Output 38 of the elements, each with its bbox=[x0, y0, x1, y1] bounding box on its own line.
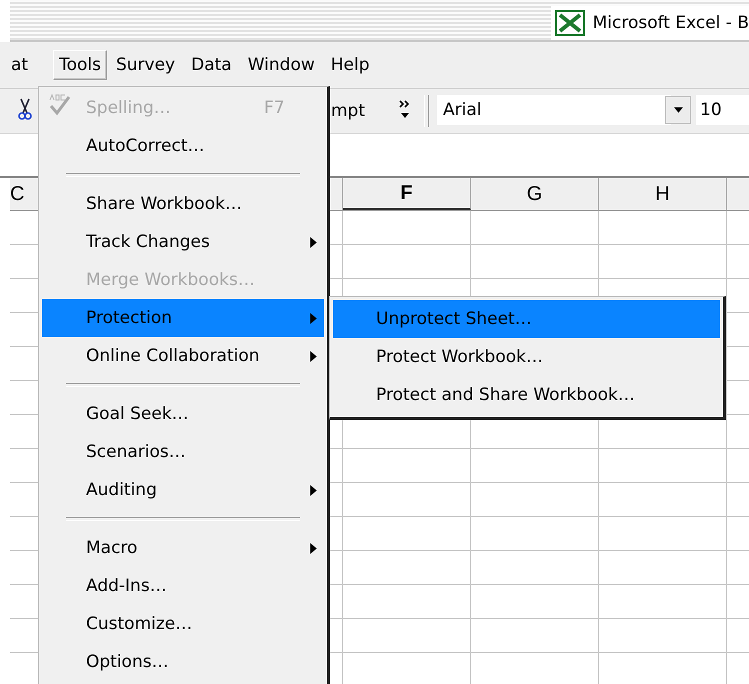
menu-item[interactable]: Protection bbox=[42, 299, 324, 337]
menu-item[interactable]: Add-Ins… bbox=[42, 567, 324, 605]
submenu-arrow-icon bbox=[310, 542, 317, 554]
menu-item[interactable]: Macro bbox=[42, 529, 324, 567]
menu-bar-item[interactable]: Data bbox=[184, 50, 239, 80]
menu-item[interactable]: Goal Seek… bbox=[42, 395, 324, 433]
menu-item[interactable]: Online Collaboration bbox=[42, 337, 324, 375]
menu-item[interactable]: Unprotect Sheet… bbox=[333, 300, 720, 338]
dropdown-button[interactable] bbox=[665, 96, 691, 124]
submenu-arrow-icon bbox=[310, 350, 317, 362]
menu-item[interactable]: Protect Workbook… bbox=[333, 338, 720, 376]
column-header[interactable]: H bbox=[599, 178, 727, 210]
menu-item[interactable]: Scenarios… bbox=[42, 433, 324, 471]
window-title: Microsoft Excel - B bbox=[592, 13, 749, 33]
font-size-field[interactable]: 10 bbox=[696, 95, 749, 125]
menu-item[interactable]: Share Workbook… bbox=[42, 185, 324, 223]
menu-bar-item[interactable]: Survey bbox=[108, 50, 182, 80]
column-header[interactable]: G bbox=[471, 178, 599, 210]
menu-bar-item[interactable]: at bbox=[10, 50, 36, 80]
submenu-arrow-icon bbox=[310, 484, 317, 496]
menu-item[interactable]: Customize… bbox=[42, 605, 324, 643]
excel-logo-icon bbox=[554, 10, 585, 36]
spelling-check-icon bbox=[48, 93, 72, 117]
font-name-field[interactable]: Arial bbox=[437, 95, 671, 125]
menu-bar-item[interactable]: Window bbox=[240, 50, 322, 80]
menu-bar-item[interactable]: Tools bbox=[53, 50, 107, 80]
menu-item[interactable]: AutoCorrect… bbox=[42, 127, 324, 165]
menu-bar-item[interactable]: Help bbox=[324, 50, 377, 80]
menu-item[interactable]: Options… bbox=[42, 643, 324, 681]
scissors-icon bbox=[18, 97, 32, 121]
menu-item[interactable]: Track Changes bbox=[42, 223, 324, 261]
menu-item[interactable]: Auditing bbox=[42, 471, 324, 509]
menu-item[interactable]: Protect and Share Workbook… bbox=[333, 376, 720, 414]
submenu-arrow-icon bbox=[310, 312, 317, 324]
toolbar-button-label: mpt bbox=[331, 101, 366, 121]
caret-icon bbox=[674, 107, 682, 113]
column-header[interactable]: F bbox=[343, 178, 471, 210]
submenu-arrow-icon bbox=[310, 236, 317, 248]
